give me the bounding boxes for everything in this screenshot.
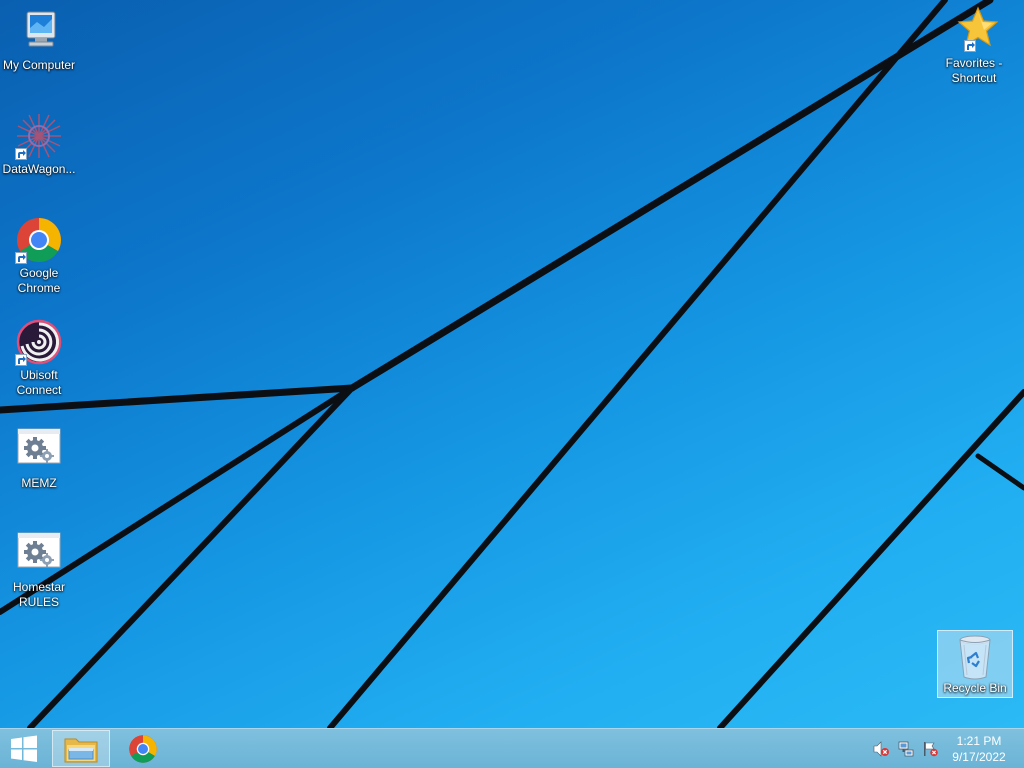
ubisoft-icon	[15, 318, 63, 366]
desktop-icon-recycle-bin[interactable]: Recycle Bin	[937, 630, 1013, 698]
volume-muted-icon[interactable]	[873, 741, 889, 757]
shortcut-arrow-icon	[15, 148, 27, 160]
wallpaper	[0, 0, 1024, 728]
datawagon-icon	[15, 112, 63, 160]
desktop-icon-label: Favorites - Shortcut	[945, 56, 1003, 85]
settings-gear-icon	[15, 426, 63, 474]
desktop-icon-label: MEMZ	[21, 476, 57, 490]
network-icon[interactable]	[898, 741, 914, 757]
clock-date: 9/17/2022	[952, 750, 1006, 764]
chrome-icon	[15, 216, 63, 264]
taskbar: 1:21 PM 9/17/2022	[0, 728, 1024, 768]
windows-logo-icon	[11, 735, 37, 762]
taskbar-google-chrome-button[interactable]	[116, 729, 172, 768]
desktop-icon-ubisoft-connect[interactable]: Ubisoft Connect	[0, 318, 78, 398]
desktop-icon-label: DataWagon...	[2, 162, 76, 176]
shortcut-arrow-icon	[964, 40, 976, 52]
desktop-icon-favorites-shortcut[interactable]: Favorites - Shortcut	[935, 6, 1013, 86]
taskbar-clock[interactable]: 1:21 PM 9/17/2022	[944, 733, 1014, 765]
start-button[interactable]	[0, 729, 48, 768]
desktop-icon-datawagon[interactable]: DataWagon...	[0, 112, 78, 177]
chrome-icon	[129, 735, 157, 763]
desktop-icon-label: Ubisoft Connect	[16, 368, 62, 397]
desktop-icon-my-computer[interactable]: My Computer	[0, 8, 78, 73]
desktop-icon-label: My Computer	[2, 58, 76, 72]
computer-icon	[15, 8, 63, 56]
action-center-flag-icon[interactable]	[922, 741, 938, 757]
desktop-icon-memz[interactable]: MEMZ	[0, 426, 78, 491]
clock-time: 1:21 PM	[956, 734, 1002, 748]
desktop-icon-label: Recycle Bin	[943, 681, 1007, 695]
settings-gear-icon	[15, 530, 63, 578]
desktop-icon-label: Homestar RULES	[12, 580, 65, 609]
recycle-bin-icon	[951, 633, 999, 681]
star-icon	[950, 6, 999, 54]
desktop-icon-google-chrome[interactable]: Google Chrome	[0, 216, 78, 296]
shortcut-arrow-icon	[15, 354, 27, 366]
shortcut-arrow-icon	[15, 252, 27, 264]
desktop-icon-label: Google Chrome	[17, 266, 61, 295]
desktop-icon-homestar-rules[interactable]: Homestar RULES	[0, 530, 78, 610]
file-explorer-icon	[64, 738, 98, 763]
taskbar-file-explorer-button[interactable]	[52, 730, 110, 767]
desktop[interactable]: My Computer DataWagon... Google Chrome U…	[0, 0, 1024, 728]
